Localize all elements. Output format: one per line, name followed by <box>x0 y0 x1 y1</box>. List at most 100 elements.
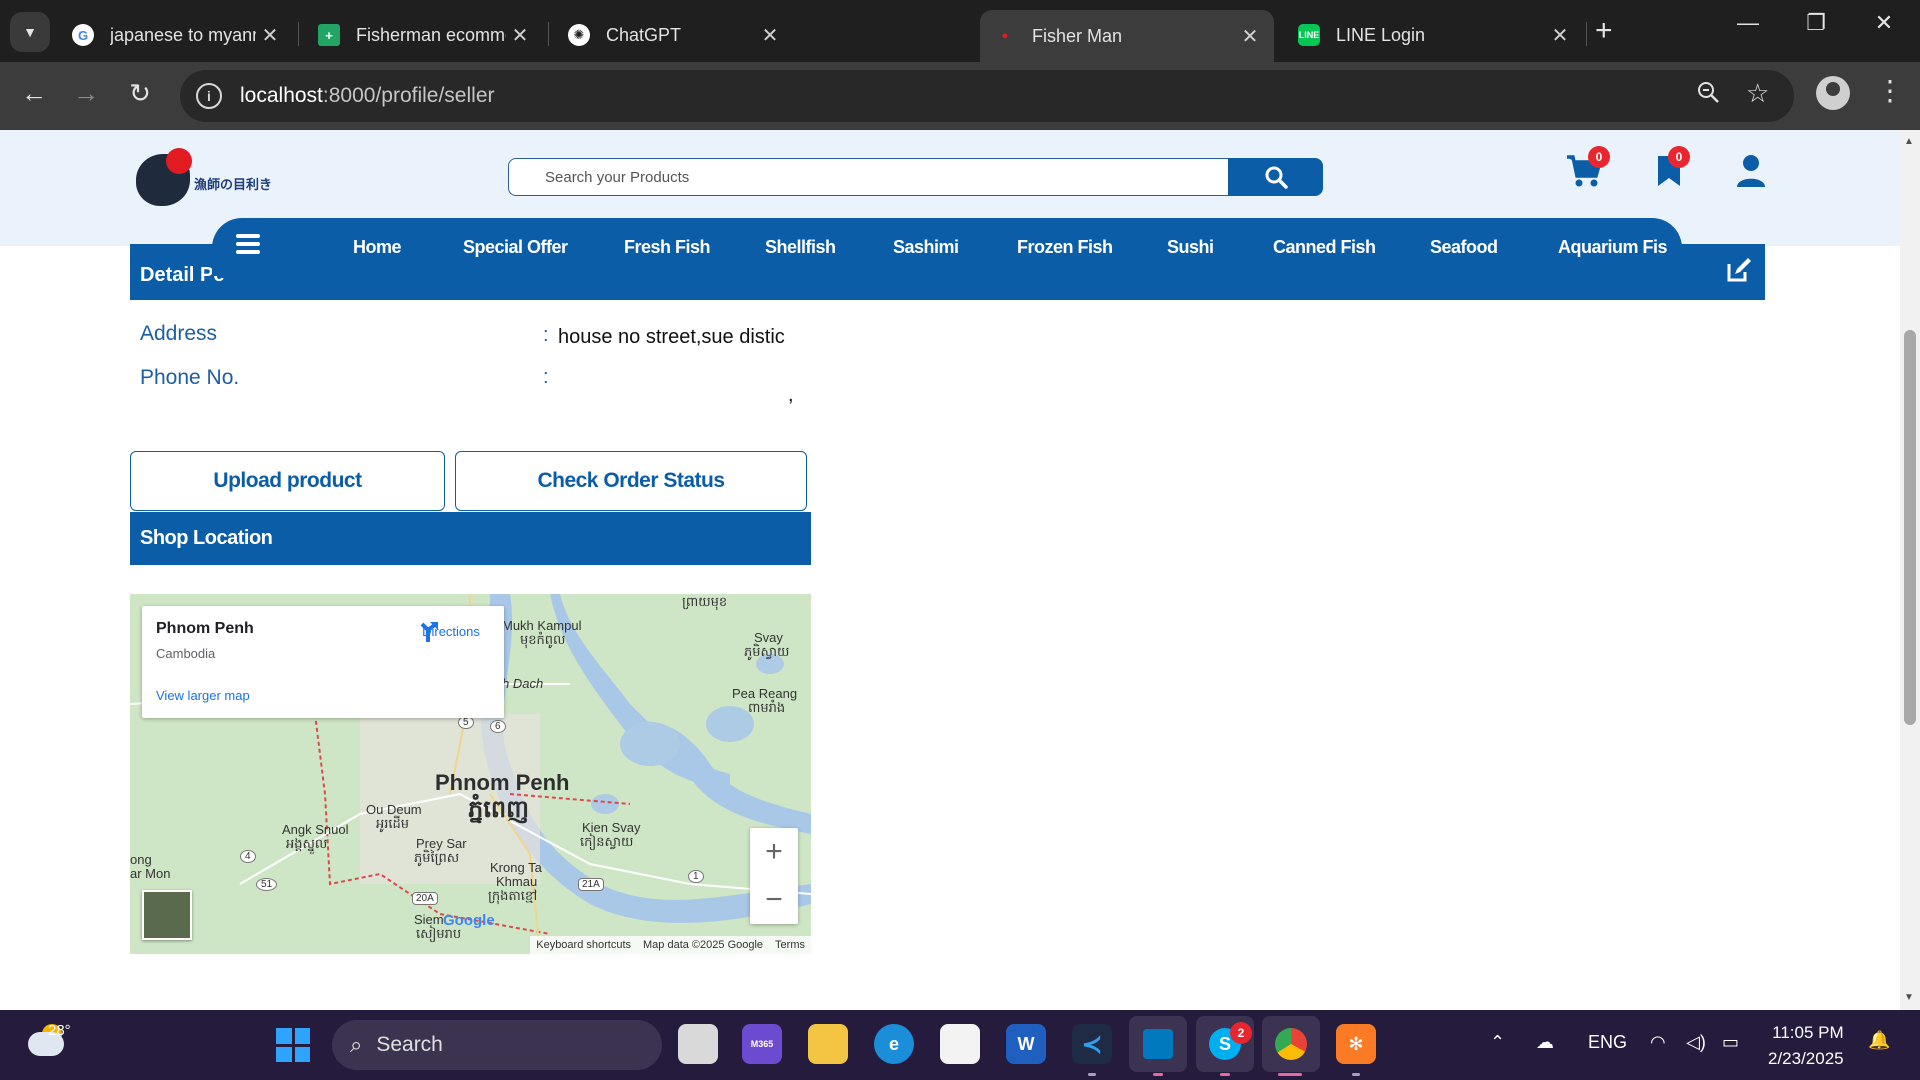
onedrive-icon[interactable]: ☁ <box>1536 1032 1554 1053</box>
browser-tab-line[interactable]: LINE LINE Login ✕ <box>1284 10 1584 60</box>
task-view-icon[interactable] <box>678 1024 718 1064</box>
file-explorer-icon[interactable] <box>808 1024 848 1064</box>
restore-icon[interactable]: ❐ <box>1786 10 1846 36</box>
google-icon: G <box>72 24 94 46</box>
cart-button[interactable]: 0 <box>1566 146 1610 193</box>
road-marker: 1 <box>688 870 704 883</box>
edge-icon[interactable]: e <box>874 1024 914 1064</box>
browser-tab-chatgpt[interactable]: ✺ ChatGPT ✕ <box>554 10 794 60</box>
user-account-button[interactable] <box>1736 154 1766 193</box>
menu-kebab-icon[interactable]: ⋮ <box>1876 74 1904 107</box>
back-arrow-icon[interactable]: ← <box>14 78 54 109</box>
browser-tab-google[interactable]: G japanese to myanmar - G ✕ <box>58 10 294 60</box>
system-clock[interactable]: 11:05 PM 2/23/2025 <box>1768 1020 1844 1072</box>
map-label: Siem <box>414 912 444 927</box>
new-tab-icon[interactable]: + <box>1595 14 1613 48</box>
scroll-down-icon[interactable]: ▼ <box>1904 992 1914 1003</box>
tab-close-icon[interactable]: ✕ <box>1546 23 1574 48</box>
windows-start-icon[interactable] <box>276 1028 310 1062</box>
forward-arrow-icon[interactable]: → <box>66 78 106 109</box>
map-label: មុខកំពូល <box>520 632 566 647</box>
page-scrollbar[interactable]: ▲ ▼ <box>1900 130 1920 1010</box>
language-indicator[interactable]: ENG <box>1588 1032 1627 1053</box>
nav-aquarium-fish[interactable]: Aquarium Fis <box>1558 237 1668 258</box>
tab-close-icon[interactable]: ✕ <box>506 23 534 48</box>
trello-button[interactable] <box>1129 1016 1187 1072</box>
m365-icon[interactable]: M365 <box>742 1024 782 1064</box>
url-text[interactable]: localhost:8000/profile/seller <box>240 84 495 108</box>
tray-overflow-icon[interactable]: ⌃ <box>1490 1032 1505 1053</box>
tab-close-icon[interactable]: ✕ <box>256 23 284 48</box>
product-search-input[interactable] <box>508 158 1228 196</box>
tab-title: Fisherman ecommerce w <box>356 24 506 45</box>
directions-button[interactable]: Directions <box>416 620 486 642</box>
terms-link[interactable]: Terms <box>769 939 811 951</box>
view-larger-map-link[interactable]: View larger map <box>156 688 250 703</box>
tab-search-button[interactable]: ▼ <box>10 12 50 52</box>
browser-tab-sheets[interactable]: + Fisherman ecommerce w ✕ <box>304 10 544 60</box>
map-label: ក្រុងតាខ្មៅ <box>488 888 538 903</box>
profile-icon[interactable] <box>1816 76 1850 110</box>
bookmark-button[interactable]: 0 <box>1656 146 1690 193</box>
fisherman-icon: ● <box>994 25 1016 47</box>
map-label: Mukh Kampul <box>502 618 582 633</box>
search-button[interactable] <box>1228 158 1323 196</box>
check-order-status-button[interactable]: Check Order Status <box>455 451 807 511</box>
address-bar[interactable]: i localhost:8000/profile/seller ☆ <box>180 70 1794 122</box>
nav-canned-fish[interactable]: Canned Fish <box>1273 237 1376 258</box>
user-icon <box>1737 155 1765 187</box>
map-label: Ou Deum <box>366 802 422 817</box>
chatgpt-icon: ✺ <box>568 24 590 46</box>
nav-special-offer[interactable]: Special Offer <box>463 237 568 258</box>
map-label: h Dach <box>502 676 544 691</box>
upload-product-button[interactable]: Upload product <box>130 451 445 511</box>
site-info-icon[interactable]: i <box>196 83 222 109</box>
ms-store-icon[interactable] <box>940 1024 980 1064</box>
tab-title: LINE Login <box>1336 24 1426 45</box>
zoom-out-icon[interactable]: − <box>750 876 798 924</box>
notification-bell-icon[interactable]: 🔔 <box>1868 1030 1890 1051</box>
shop-location-map[interactable]: Phnom Penh ភ្នំពេញ Mukh Kampul មុខកំពូល … <box>130 594 811 954</box>
word-icon[interactable]: W <box>1006 1024 1046 1064</box>
zoom-in-icon[interactable]: + <box>750 828 798 876</box>
weather-temperature: 28° <box>48 1022 71 1039</box>
minimize-icon[interactable]: — <box>1718 10 1778 36</box>
taskbar-search[interactable]: ⌕ Search <box>332 1020 662 1070</box>
page-viewport: 漁師の目利き 0 0 Home Special Offer Fresh Fish… <box>0 130 1900 1010</box>
nav-frozen-fish[interactable]: Frozen Fish <box>1017 237 1113 258</box>
site-logo[interactable]: 漁師の目利き <box>136 148 276 208</box>
xampp-icon[interactable]: ✻ <box>1336 1024 1376 1064</box>
scroll-thumb[interactable] <box>1904 330 1916 725</box>
satellite-toggle[interactable] <box>142 890 192 940</box>
tab-close-icon[interactable]: ✕ <box>756 23 784 48</box>
edit-profile-button[interactable] <box>1725 256 1753 289</box>
logo-text: 漁師の目利き <box>194 177 273 192</box>
sheets-icon: + <box>318 24 340 46</box>
vscode-icon[interactable]: ≺ <box>1072 1024 1112 1064</box>
product-search <box>508 158 1323 196</box>
tab-close-icon[interactable]: ✕ <box>1236 24 1264 49</box>
battery-icon[interactable]: ▭ <box>1722 1032 1739 1053</box>
volume-icon[interactable]: ◁) <box>1686 1032 1706 1053</box>
zoom-icon[interactable] <box>1696 80 1720 111</box>
skype-button[interactable]: S 2 <box>1196 1016 1254 1072</box>
nav-sashimi[interactable]: Sashimi <box>893 237 959 258</box>
bookmark-star-icon[interactable]: ☆ <box>1746 78 1769 109</box>
browser-tab-fisherman[interactable]: ● Fisher Man ✕ <box>980 10 1274 62</box>
skype-badge: 2 <box>1230 1022 1252 1044</box>
hamburger-menu-icon[interactable] <box>236 234 260 254</box>
window-close-icon[interactable]: ✕ <box>1854 10 1914 36</box>
nav-shellfish[interactable]: Shellfish <box>765 237 836 258</box>
chrome-button[interactable] <box>1262 1016 1320 1072</box>
main-navigation: Home Special Offer Fresh Fish Shellfish … <box>212 218 1682 276</box>
keyboard-shortcuts-link[interactable]: Keyboard shortcuts <box>530 939 637 951</box>
wifi-icon[interactable]: ◠ <box>1650 1032 1666 1053</box>
scroll-up-icon[interactable]: ▲ <box>1904 136 1914 147</box>
browser-tab-strip: ▼ G japanese to myanmar - G ✕ + Fisherma… <box>0 0 1920 62</box>
nav-fresh-fish[interactable]: Fresh Fish <box>624 237 711 258</box>
reload-icon[interactable]: ↻ <box>120 78 160 109</box>
chrome-icon <box>1275 1028 1307 1060</box>
nav-seafood[interactable]: Seafood <box>1430 237 1498 258</box>
nav-sushi[interactable]: Sushi <box>1167 237 1214 258</box>
nav-home[interactable]: Home <box>353 237 402 258</box>
